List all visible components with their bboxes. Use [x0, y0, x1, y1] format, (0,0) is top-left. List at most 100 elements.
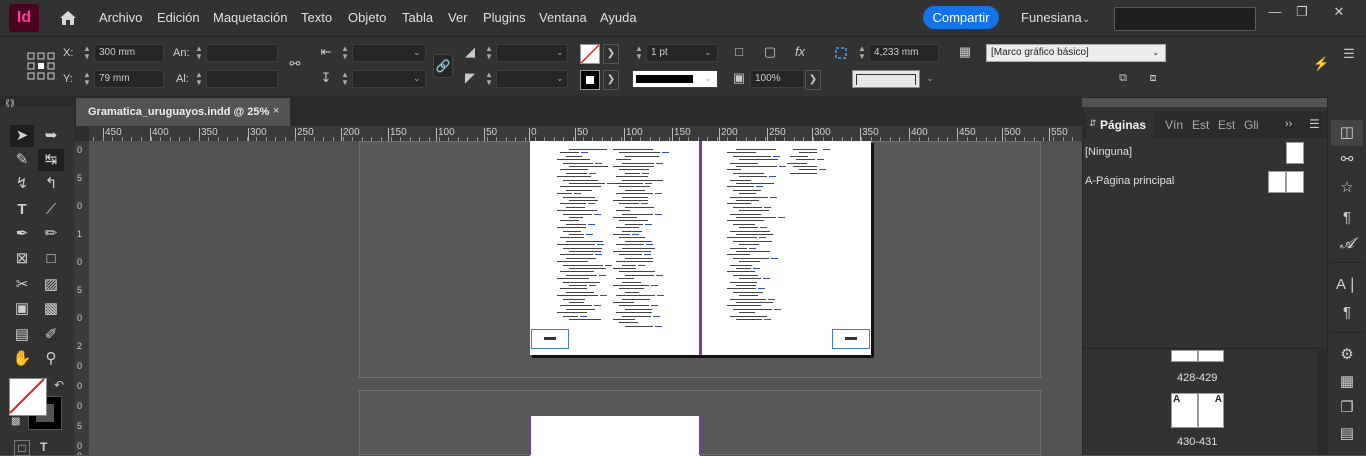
y-stepper-icon[interactable]: ▲▼ — [82, 71, 92, 87]
hand-tool-icon[interactable]: ✋ — [11, 348, 33, 370]
page-left[interactable] — [530, 141, 700, 355]
scale-y-stepper-icon[interactable]: ▲▼ — [340, 71, 350, 87]
horizontal-ruler[interactable]: 4504003503002502001501005005010015020025… — [89, 126, 1082, 142]
chevron-down-icon[interactable]: ⌄ — [926, 73, 934, 84]
paragraph-styles-icon[interactable]: ¶ — [1336, 208, 1358, 228]
page-tool-icon[interactable]: ✎ — [11, 149, 33, 171]
constrain-proportions-icon[interactable]: ⚯ — [287, 56, 303, 72]
frame-icon[interactable]: ▢ — [762, 44, 778, 60]
tab-glifos[interactable]: Gli — [1244, 118, 1259, 132]
rotate-icon[interactable]: ◢ — [462, 44, 478, 60]
free-transform-tool-icon[interactable]: ▨ — [40, 274, 62, 296]
offset-stepper-icon[interactable]: ▲▼ — [857, 45, 867, 61]
menu-archivo[interactable]: Archivo — [99, 10, 142, 25]
x-field[interactable]: 300 mm — [94, 44, 164, 62]
chevron-right-icon[interactable]: ❯ — [805, 70, 821, 90]
spread-thumb-430-right[interactable]: A — [1198, 393, 1224, 428]
chevron-right-icon[interactable]: ❯ — [603, 44, 619, 64]
master-none-thumb[interactable] — [1286, 142, 1304, 164]
share-button[interactable]: Compartir — [923, 6, 999, 29]
formatting-text-icon[interactable]: T — [40, 440, 47, 454]
object-style-icon[interactable]: ▦ — [957, 44, 973, 60]
close-tab-icon[interactable]: × — [273, 105, 279, 117]
layers-icon[interactable]: ❐ — [1336, 398, 1358, 418]
scale-icon[interactable]: ▣ — [731, 70, 747, 86]
menu-ventana[interactable]: Ventana — [539, 10, 587, 25]
note-tool-icon[interactable]: ▤ — [11, 324, 33, 346]
default-colors-icon[interactable]: ▩ — [11, 416, 20, 427]
content-collector-icon[interactable]: ↯ — [11, 173, 33, 195]
effects-icon[interactable]: fx — [791, 44, 809, 59]
tab-estilos-1[interactable]: Est — [1192, 118, 1209, 132]
quick-apply-icon[interactable]: ⧈ — [1145, 72, 1161, 85]
tab-paginas[interactable]: Páginas — [1100, 118, 1146, 132]
scale-y-icon[interactable]: ↧ — [318, 70, 334, 86]
width-stepper-icon[interactable]: ▲▼ — [194, 45, 204, 61]
ruler-origin[interactable] — [74, 126, 89, 141]
spread-label-428-429[interactable]: 428-429 — [1177, 372, 1217, 384]
panel-divider[interactable] — [1083, 348, 1327, 349]
link-icon[interactable]: 🔗 — [433, 54, 453, 78]
clear-overrides-icon[interactable]: ⧉ — [1115, 72, 1131, 85]
tab-estilos-2[interactable]: Est — [1218, 118, 1235, 132]
rotate-stepper-icon[interactable]: ▲▼ — [484, 45, 494, 61]
page-right[interactable] — [701, 141, 871, 355]
menu-ver[interactable]: Ver — [448, 10, 468, 25]
direct-selection-tool-icon[interactable]: ➥ — [40, 125, 62, 147]
rectangle-frame-tool-icon[interactable]: ⊠ — [11, 248, 33, 270]
home-icon[interactable] — [58, 8, 78, 28]
document-tab[interactable]: Gramatica_uruguayos.indd @ 25% — [76, 98, 290, 126]
chevron-double-right-icon[interactable]: ›› — [1285, 118, 1292, 130]
pages-scrollbar[interactable] — [1318, 350, 1326, 455]
spread-label-430-431[interactable]: 430-431 — [1177, 436, 1217, 448]
scale-x-stepper-icon[interactable]: ▲▼ — [340, 45, 350, 61]
master-none-label[interactable]: [Ninguna] — [1085, 146, 1132, 158]
spread-thumb-428-left[interactable] — [1171, 350, 1198, 362]
search-input[interactable] — [1114, 7, 1256, 31]
selection-tool-icon[interactable]: ➤ — [11, 125, 33, 147]
line-tool-icon[interactable]: ⟋ — [40, 199, 62, 221]
glyphs-icon[interactable]: 𝓐 — [1336, 234, 1358, 254]
table-icon[interactable]: ▦ — [1336, 372, 1358, 392]
page-next[interactable] — [530, 415, 700, 456]
menu-ayuda[interactable]: Ayuda — [600, 10, 637, 25]
scale-percent-field[interactable]: 100% — [750, 70, 804, 88]
gradient-tool-icon[interactable]: ▣ — [11, 298, 33, 320]
character-styles-icon[interactable]: ☆ — [1336, 178, 1358, 198]
align-icon[interactable]: ▤ — [1336, 424, 1358, 444]
gradient-feather-tool-icon[interactable]: ▩ — [40, 298, 62, 320]
menu-maquetacion[interactable]: Maquetación — [213, 10, 287, 25]
lightning-icon[interactable]: ⚡ — [1313, 56, 1329, 72]
height-field[interactable] — [206, 70, 278, 88]
chevron-down-icon[interactable]: ⌄ — [704, 73, 712, 84]
menu-objeto[interactable]: Objeto — [348, 10, 386, 25]
links-icon[interactable]: ⚯ — [1336, 150, 1358, 170]
shear-icon[interactable]: ◤ — [462, 70, 478, 86]
y-field[interactable]: 79 mm — [94, 70, 164, 88]
spread-thumb-428-right[interactable] — [1198, 350, 1224, 362]
stroke-color-icon[interactable] — [580, 70, 600, 90]
fit-content-icon[interactable]: □ — [731, 44, 747, 59]
menu-tabla[interactable]: Tabla — [402, 10, 433, 25]
corner-shape-dropdown[interactable] — [852, 70, 920, 88]
zoom-tool-icon[interactable]: ⚲ — [40, 348, 62, 370]
menu-edicion[interactable]: Edición — [157, 10, 200, 25]
chevron-down-icon[interactable]: ⌄ — [413, 73, 421, 84]
stroke-weight-stepper-icon[interactable]: ▲▼ — [634, 45, 644, 61]
chevron-down-icon[interactable]: ⌄ — [1082, 14, 1090, 25]
workspace-switcher[interactable]: Funesiana — [1021, 10, 1082, 25]
x-stepper-icon[interactable]: ▲▼ — [82, 45, 92, 61]
folio-frame-right[interactable] — [832, 329, 870, 349]
rectangle-tool-icon[interactable]: □ — [40, 248, 62, 270]
height-stepper-icon[interactable]: ▲▼ — [194, 71, 204, 87]
scale-x-icon[interactable]: ⇤ — [318, 44, 334, 60]
chevron-down-icon[interactable]: ⌄ — [413, 47, 421, 58]
swatches-icon[interactable]: ⚙ — [1336, 345, 1358, 365]
close-window-icon[interactable]: ✕ — [1330, 4, 1348, 18]
normal-view-icon[interactable]: □ — [14, 440, 30, 456]
minimize-icon[interactable]: — — [1266, 4, 1284, 18]
chevron-down-icon[interactable]: ⌄ — [704, 47, 712, 58]
corner-options-icon[interactable] — [834, 46, 848, 60]
panel-menu-icon[interactable]: ☰ — [1309, 117, 1320, 131]
pages-icon[interactable]: ◫ — [1336, 123, 1358, 143]
